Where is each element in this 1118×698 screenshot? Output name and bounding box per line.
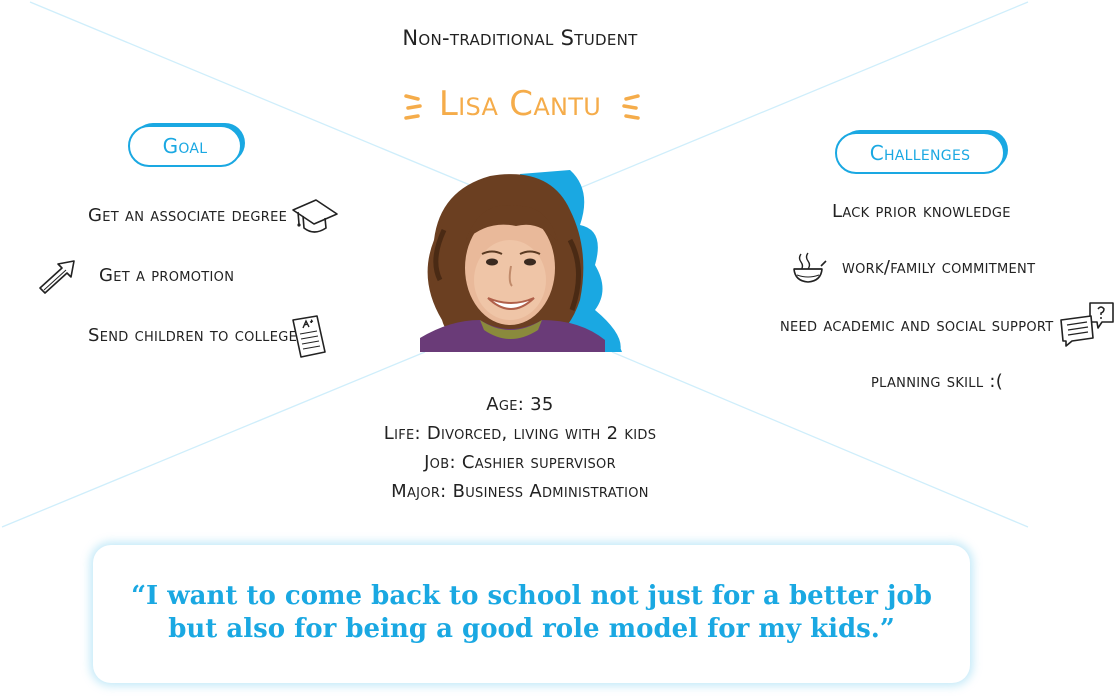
quote-card: “I want to come back to school not just …	[93, 545, 970, 683]
quote-line-1: “I want to come back to school not just …	[131, 581, 932, 611]
challenges-heading: Challenges	[835, 132, 1005, 174]
persona-subtitle: Non-traditional Student	[402, 26, 638, 50]
profile-info: Age: 35 Life: Divorced, living with 2 ki…	[330, 390, 710, 506]
goal-heading: Goal	[128, 125, 242, 167]
sparkle-right-icon	[622, 94, 640, 120]
quote-text: “I want to come back to school not just …	[93, 580, 970, 646]
persona-name-group: Lisa Cantu	[360, 80, 680, 130]
profile-job: Job: Cashier supervisor	[424, 452, 616, 473]
challenge-item-support: need academic and social support	[780, 315, 1054, 336]
profile-major: Major: Business Administration	[391, 481, 649, 502]
profile-age: Age: 35	[486, 394, 554, 415]
goal-item-degree: Get an associate degree	[88, 205, 288, 226]
arrow-up-right-icon	[39, 260, 75, 294]
goal-item-promotion: Get a promotion	[99, 265, 235, 286]
quote-line-2: but also for being a good role model for…	[168, 614, 895, 644]
profile-life: Life: Divorced, living with 2 kids	[383, 423, 657, 444]
challenge-item-knowledge: Lack prior knowledge	[832, 201, 1011, 222]
challenge-item-commitment: work/family commitment	[842, 257, 1036, 278]
chat-question-icon	[1060, 302, 1114, 347]
report-card-icon	[292, 315, 326, 358]
challenge-item-planning: planning skill :(	[871, 371, 1004, 392]
goal-item-college: Send children to college	[88, 325, 298, 346]
persona-photo	[420, 170, 622, 352]
graduation-cap-icon	[292, 199, 338, 233]
cooking-pot-icon	[793, 252, 827, 283]
